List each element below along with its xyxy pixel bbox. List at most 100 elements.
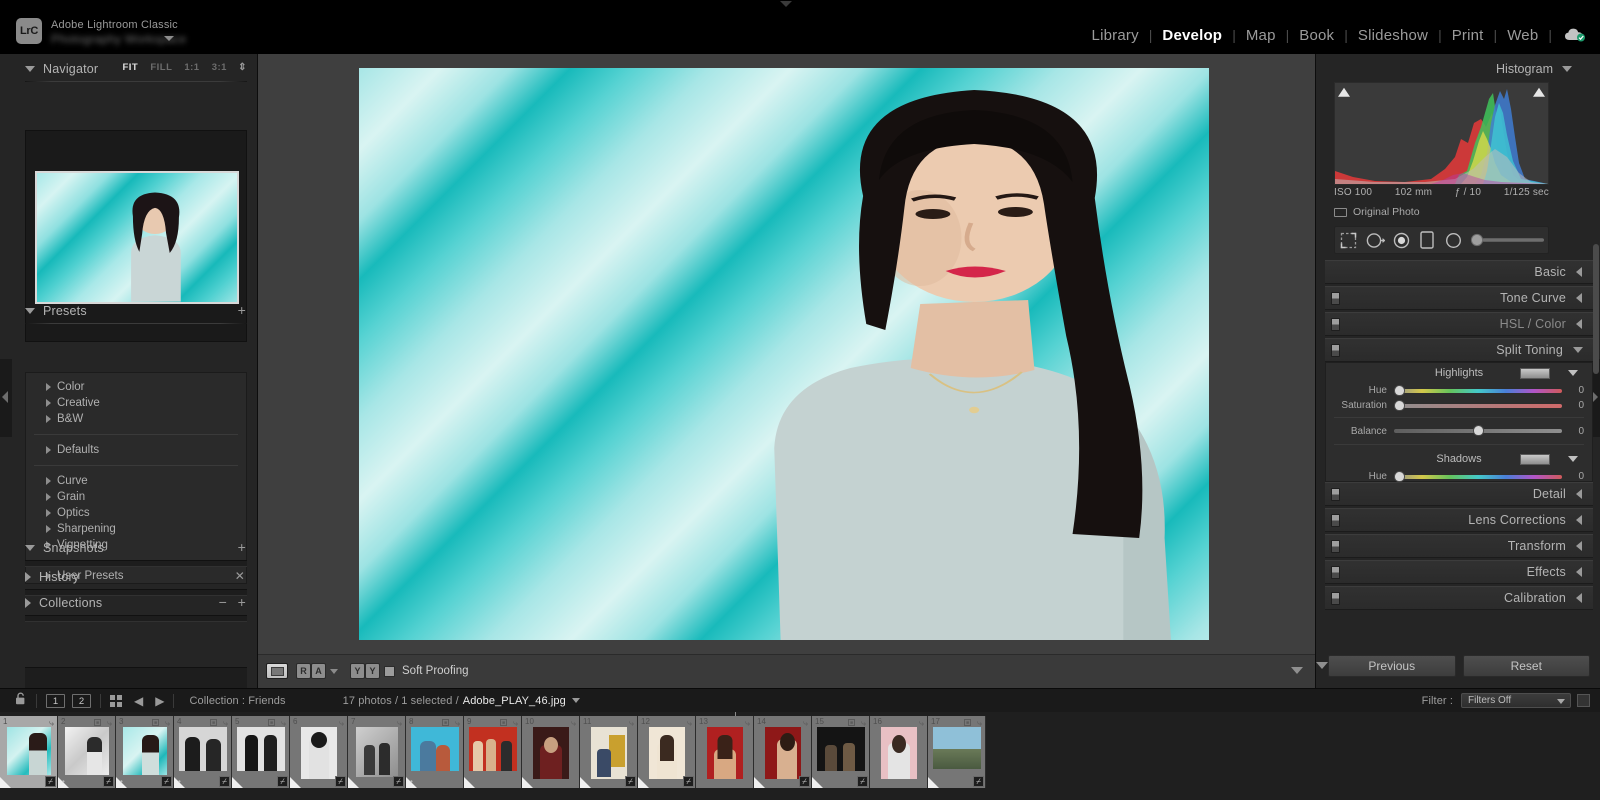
filmstrip-thumb-11[interactable]: 11 ⤷ ⌿ [580, 716, 638, 788]
chevron-down-icon[interactable] [572, 698, 580, 703]
filmstrip-thumb-9[interactable]: 9 ■ ⤷ [464, 716, 522, 788]
preset-group-curve[interactable]: Curve [26, 473, 246, 489]
preset-group-bw[interactable]: B&W [26, 411, 246, 427]
section-tone-curve[interactable]: Tone Curve [1325, 286, 1593, 310]
filmstrip-thumb-16[interactable]: 16 ⤷ [870, 716, 928, 788]
section-switch[interactable] [1331, 540, 1340, 553]
highlights-chevron-down-icon[interactable] [1568, 370, 1578, 376]
reset-button[interactable]: Reset [1463, 655, 1591, 677]
original-photo-row[interactable]: Original Photo [1334, 203, 1549, 221]
catalog-dropdown-caret-icon[interactable] [164, 36, 174, 41]
filmstrip-thumb-2[interactable]: 2 ■ ⤷ ⌿ • [58, 716, 116, 788]
highlights-color-swatch[interactable] [1520, 368, 1550, 379]
section-switch[interactable] [1331, 592, 1340, 605]
presets-header[interactable]: Presets + [25, 300, 247, 322]
zoom-3to1[interactable]: 3:1 [212, 62, 227, 73]
preset-group-creative[interactable]: Creative [26, 395, 246, 411]
section-transform[interactable]: Transform [1325, 534, 1593, 558]
graduated-filter-icon[interactable] [1419, 230, 1437, 250]
filmstrip-thumb-12[interactable]: 12 ⤷ ⌿ [638, 716, 696, 788]
preset-group-sharpening[interactable]: Sharpening [26, 521, 246, 537]
plus-icon[interactable]: + [238, 304, 246, 316]
loupe-view-icon[interactable] [266, 662, 288, 680]
padlock-icon[interactable] [14, 691, 27, 710]
shadows-color-swatch[interactable] [1520, 454, 1550, 465]
filmstrip-thumb-6[interactable]: 6 ⤷ ⌿ [290, 716, 348, 788]
slider-knob[interactable] [1394, 471, 1405, 482]
histogram-graph[interactable] [1334, 82, 1549, 185]
snapshots-header[interactable]: Snapshots + [25, 537, 247, 559]
plus-icon[interactable]: + [238, 541, 246, 553]
filmstrip-thumb-4[interactable]: 4 ■ ⤷ ⌿ • [174, 716, 232, 788]
highlights-hue-slider[interactable]: Hue 0 [1326, 383, 1592, 398]
section-switch[interactable] [1331, 514, 1340, 527]
section-switch[interactable] [1331, 318, 1340, 331]
zoom-1to1[interactable]: 1:1 [184, 62, 199, 73]
zoom-fit[interactable]: FIT [122, 62, 138, 73]
section-calibration[interactable]: Calibration [1325, 586, 1593, 610]
module-web[interactable]: Web [1497, 27, 1548, 44]
before-after-icon[interactable]: R A [296, 662, 338, 680]
cloud-sync-icon[interactable] [1564, 27, 1586, 47]
filmstrip-thumb-14[interactable]: 14 ⤷ ⌿ [754, 716, 812, 788]
zoom-fill[interactable]: FILL [150, 62, 172, 73]
crop-overlay-icon[interactable] [1340, 230, 1358, 250]
slider-track[interactable] [1394, 389, 1562, 393]
spot-removal-icon[interactable] [1366, 230, 1385, 250]
section-switch[interactable] [1331, 566, 1340, 579]
slider-track[interactable] [1394, 429, 1562, 433]
preset-group-grain[interactable]: Grain [26, 489, 246, 505]
section-effects[interactable]: Effects [1325, 560, 1593, 584]
filmstrip-thumb-8[interactable]: 8 ■ ⤷ • [406, 716, 464, 788]
grid-view-icon[interactable] [110, 695, 122, 707]
filmstrip[interactable]: 1 ⤷ ⌿ 2 ■ ⤷ ⌿ • 3 ■ ⤷ [0, 712, 1600, 800]
navigate-forward-icon[interactable]: ▶ [155, 694, 164, 708]
section-switch[interactable] [1331, 292, 1340, 305]
filmstrip-thumb-13[interactable]: 13 ⤷ [696, 716, 754, 788]
highlights-saturation-slider[interactable]: Saturation 0 [1326, 398, 1592, 413]
slider-knob[interactable] [1473, 425, 1484, 436]
plus-icon[interactable]: + [238, 596, 246, 608]
section-detail[interactable]: Detail [1325, 482, 1593, 506]
filmstrip-thumb-3[interactable]: 3 ■ ⤷ ⌿ • [116, 716, 174, 788]
module-map[interactable]: Map [1236, 27, 1286, 44]
filmstrip-thumb-10[interactable]: 10 ⤷ [522, 716, 580, 788]
preset-group-defaults[interactable]: Defaults [26, 442, 246, 458]
preset-group-color[interactable]: Color [26, 379, 246, 395]
filmstrip-thumb-7[interactable]: 7 ⤷ ⌿ [348, 716, 406, 788]
filmstrip-thumb-5[interactable]: 5 ■ ⤷ ⌿ [232, 716, 290, 788]
filmstrip-thumb-1[interactable]: 1 ⤷ ⌿ [0, 716, 58, 788]
chevron-down-icon[interactable] [330, 669, 338, 674]
close-x-icon[interactable]: ✕ [235, 570, 245, 582]
navigator-header[interactable]: Navigator FIT FILL 1:1 3:1 ⇕ [25, 58, 247, 80]
module-library[interactable]: Library [1082, 27, 1149, 44]
section-basic[interactable]: Basic [1325, 260, 1593, 284]
radial-filter-icon[interactable] [1444, 230, 1462, 250]
module-book[interactable]: Book [1289, 27, 1344, 44]
secondary-display-1[interactable]: 1 [46, 694, 65, 708]
module-print[interactable]: Print [1442, 27, 1494, 44]
filter-flag-icon[interactable] [1577, 694, 1590, 707]
chevron-down-icon[interactable] [1291, 667, 1303, 674]
updown-stepper-icon[interactable]: ⇕ [238, 62, 247, 73]
image-viewer[interactable] [258, 54, 1315, 654]
slider-knob[interactable] [1394, 385, 1405, 396]
shadows-chevron-down-icon[interactable] [1568, 456, 1578, 462]
minus-icon[interactable]: − [219, 596, 227, 608]
current-filename[interactable]: Adobe_PLAY_46.jpg [463, 695, 566, 707]
adjustment-brush-icon[interactable] [1470, 230, 1548, 250]
topbar-collapse-arrow[interactable] [780, 1, 792, 7]
section-hsl-color[interactable]: HSL / Color [1325, 312, 1593, 336]
section-switch[interactable] [1331, 344, 1340, 357]
module-develop[interactable]: Develop [1152, 27, 1232, 44]
module-slideshow[interactable]: Slideshow [1348, 27, 1438, 44]
right-panel-collapse-icon[interactable] [1316, 662, 1328, 669]
slider-knob[interactable] [1394, 400, 1405, 411]
left-panel-toggle[interactable] [0, 359, 12, 437]
history-header[interactable]: History ✕ [25, 566, 247, 588]
red-eye-icon[interactable] [1393, 230, 1411, 250]
navigate-back-icon[interactable]: ◀ [134, 694, 143, 708]
section-split-toning[interactable]: Split Toning [1325, 338, 1593, 362]
section-switch[interactable] [1331, 488, 1340, 501]
right-panel-scrollbar[interactable] [1593, 244, 1599, 374]
